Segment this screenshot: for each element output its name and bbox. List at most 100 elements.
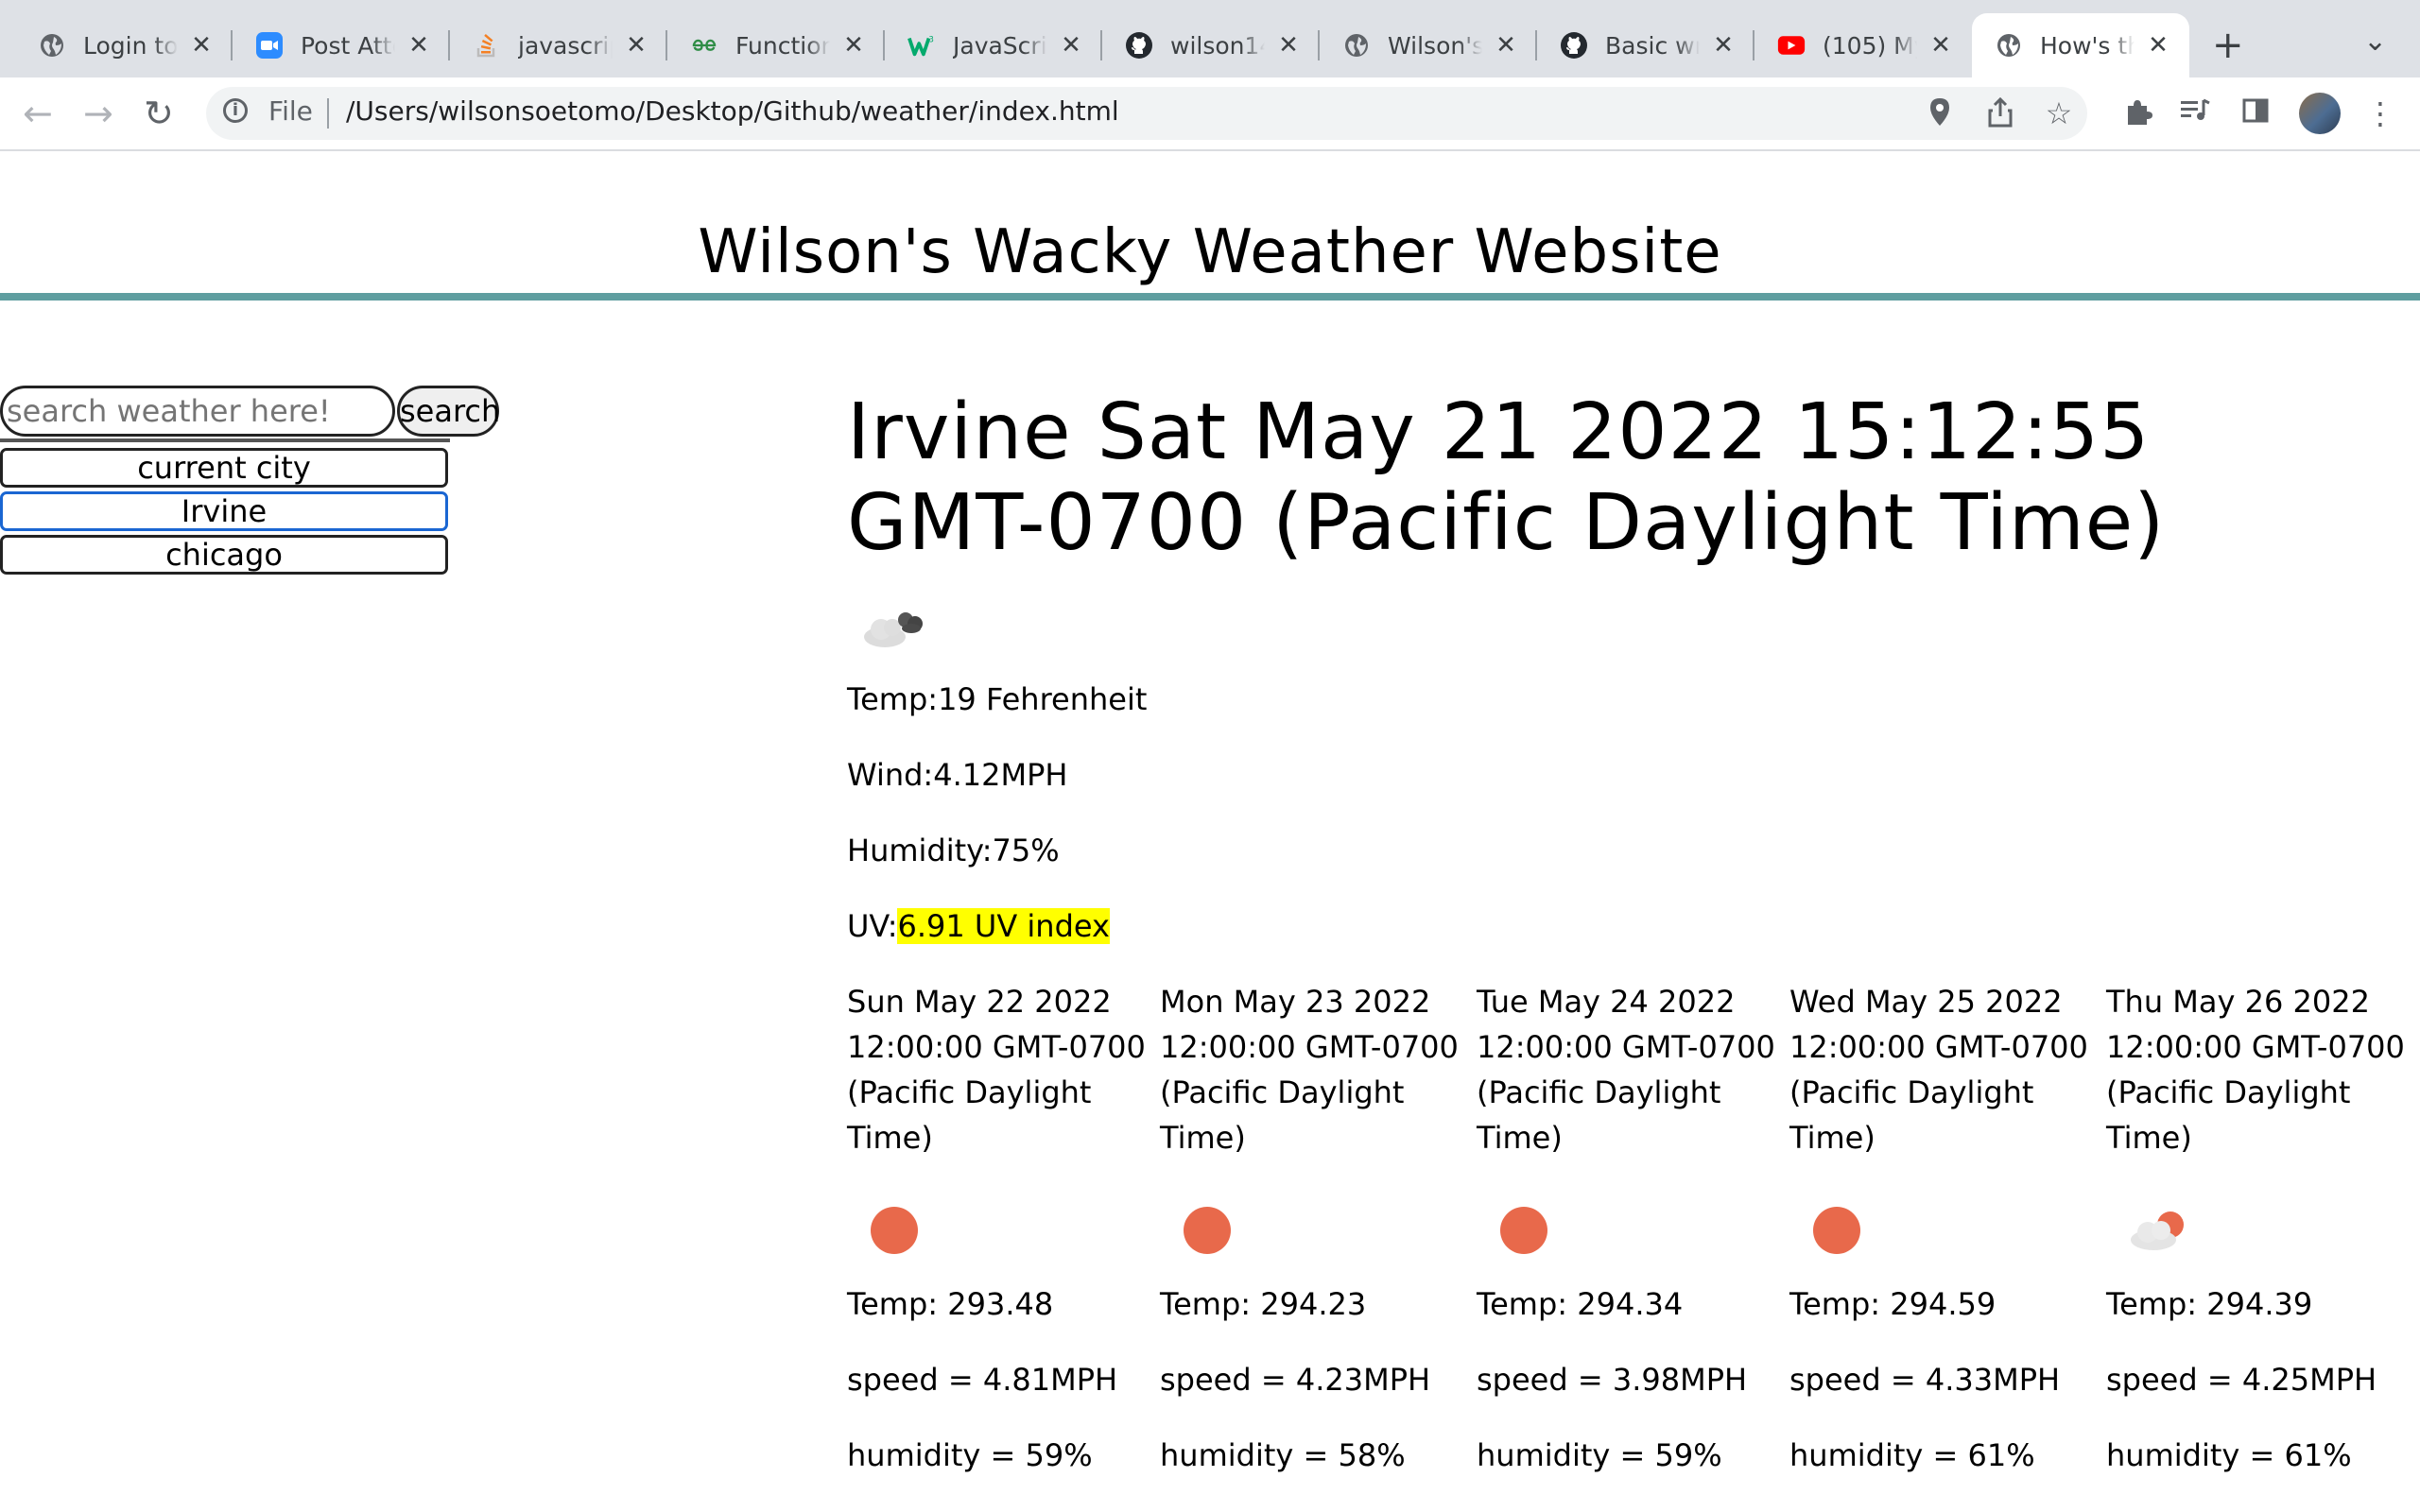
tab-title: javascript: [518, 31, 613, 60]
address-scheme-label: File: [268, 95, 313, 127]
tab-strip: Login to ✕ Post Attendee ✕ javascript ✕ …: [0, 0, 2420, 77]
tab-close-icon[interactable]: ✕: [841, 31, 866, 60]
broken-clouds-icon: [856, 601, 932, 654]
site-info-icon[interactable]: i: [223, 98, 248, 123]
tab-title: Post Attendee: [301, 31, 395, 60]
forecast-temp: Temp: 293.48: [847, 1286, 1054, 1322]
forecast-speed: speed = 4.81MPH: [847, 1362, 1118, 1398]
wind-value: 4.12MPH: [933, 757, 1068, 793]
forecast-speed: speed = 4.33MPH: [1789, 1362, 2061, 1398]
current-weather-heading: Irvine Sat May 21 2022 15:12:55 GMT-0700…: [847, 387, 2360, 569]
forecast-speed: speed = 3.98MPH: [1477, 1362, 1748, 1398]
tab-5[interactable]: 3 JavaScript ✕: [885, 13, 1102, 77]
tab-close-icon[interactable]: ✕: [406, 31, 431, 60]
temp-label: Temp:: [847, 681, 939, 717]
sun-icon: [1495, 1202, 1552, 1259]
humidity-value: 75%: [992, 833, 1060, 868]
new-tab-plus-icon[interactable]: +: [2212, 25, 2244, 66]
geeksforgeeks-icon: [690, 31, 718, 60]
more-menu-icon[interactable]: ⋮: [2363, 96, 2397, 130]
history-button-chicago[interactable]: chicago: [0, 535, 448, 575]
current-wind: Wind:4.12MPH: [847, 756, 1067, 794]
forecast-humidity: humidity = 59%: [1477, 1437, 1722, 1473]
current-temp: Temp:19 Fehrenheit: [847, 680, 1147, 718]
tab-8[interactable]: Basic wri ✕: [1537, 13, 1754, 77]
few-clouds-icon: [2125, 1202, 2184, 1259]
forecast-day-1: Sun May 22 2022 12:00:00 GMT-0700 (Pacif…: [847, 979, 1159, 1473]
history-divider: [0, 438, 450, 442]
tab-close-icon[interactable]: ✕: [189, 31, 214, 60]
tab-close-icon[interactable]: ✕: [1494, 31, 1518, 60]
tab-title: Function: [735, 31, 830, 60]
tab-close-icon[interactable]: ✕: [2146, 31, 2170, 60]
tab-10-active[interactable]: How's th ✕: [1972, 13, 2189, 77]
forecast-date: Wed May 25 2022 12:00:00 GMT-0700 (Pacif…: [1789, 984, 2088, 1156]
tab-title: wilson14: [1170, 31, 1265, 60]
stackoverflow-icon: [473, 31, 501, 60]
forecast-temp: Temp: 294.34: [1477, 1286, 1684, 1322]
forecast-humidity: humidity = 61%: [2106, 1437, 2352, 1473]
address-url[interactable]: /Users/wilsonsoetomo/Desktop/Github/weat…: [346, 95, 1119, 127]
forecast-date: Mon May 23 2022 12:00:00 GMT-0700 (Pacif…: [1160, 984, 1459, 1156]
youtube-icon: [1777, 31, 1806, 60]
current-city-name: Irvine: [847, 387, 1072, 477]
tab-title: (105) My: [1823, 31, 1917, 60]
humidity-label: Humidity:: [847, 833, 993, 868]
forecast-temp: Temp: 294.59: [1789, 1286, 1996, 1322]
tab-close-icon[interactable]: ✕: [624, 31, 648, 60]
forward-arrow-icon[interactable]: →: [83, 93, 113, 134]
current-uv: UV:6.91 UV index: [847, 907, 1110, 945]
forecast-date: Sun May 22 2022 12:00:00 GMT-0700 (Pacif…: [847, 984, 1146, 1156]
bookmark-star-icon[interactable]: ☆: [2042, 96, 2076, 130]
page-header: Wilson's Wacky Weather Website: [0, 149, 2420, 301]
tab-3[interactable]: javascript ✕: [450, 13, 667, 77]
tab-9[interactable]: (105) My ✕: [1754, 13, 1972, 77]
tab-title: Wilson's: [1388, 31, 1482, 60]
forecast-temp: Temp: 294.39: [2106, 1286, 2313, 1322]
media-queue-icon[interactable]: [2178, 96, 2212, 130]
tab-title: Basic wri: [1605, 31, 1700, 60]
uv-value-badge: 6.91 UV index: [897, 908, 1110, 944]
tab-2[interactable]: Post Attendee ✕: [233, 13, 450, 77]
forecast-speed: speed = 4.25MPH: [2106, 1362, 2377, 1398]
tab-close-icon[interactable]: ✕: [1059, 31, 1083, 60]
share-icon[interactable]: [1983, 96, 2017, 130]
tab-7[interactable]: Wilson's ✕: [1320, 13, 1537, 77]
tab-search-chevron-down-icon[interactable]: ⌄: [2363, 25, 2387, 58]
forecast-humidity: humidity = 59%: [847, 1437, 1093, 1473]
tab-close-icon[interactable]: ✕: [1711, 31, 1736, 60]
tab-6[interactable]: wilson14 ✕: [1102, 13, 1320, 77]
globe-icon: [38, 31, 66, 60]
sun-icon: [1179, 1202, 1236, 1259]
search-input[interactable]: [0, 386, 395, 437]
temp-value: 19 Fehrenheit: [938, 681, 1148, 717]
globe-icon: [1342, 31, 1371, 60]
current-humidity: Humidity:75%: [847, 832, 1060, 869]
forecast-temp: Temp: 294.23: [1160, 1286, 1367, 1322]
w3schools-icon: 3: [908, 31, 936, 60]
profile-avatar[interactable]: [2299, 93, 2341, 134]
github-icon: [1125, 31, 1153, 60]
svg-text:3: 3: [929, 34, 934, 43]
location-pin-icon[interactable]: [1923, 96, 1957, 130]
zoom-icon: [255, 31, 284, 60]
sun-icon: [1808, 1202, 1865, 1259]
back-arrow-icon[interactable]: ←: [23, 93, 53, 134]
side-panel-icon[interactable]: [2238, 96, 2273, 130]
forecast-speed: speed = 4.23MPH: [1160, 1362, 1431, 1398]
history-button-current-city[interactable]: current city: [0, 448, 448, 488]
reload-icon[interactable]: ↻: [144, 93, 174, 134]
extensions-puzzle-icon[interactable]: [2121, 96, 2155, 130]
forecast-day-3: Tue May 24 2022 12:00:00 GMT-0700 (Pacif…: [1477, 979, 1789, 1473]
tab-title: JavaScript: [953, 31, 1047, 60]
tab-4[interactable]: Function ✕: [667, 13, 885, 77]
forecast-date: Thu May 26 2022 12:00:00 GMT-0700 (Pacif…: [2106, 984, 2405, 1156]
tab-close-icon[interactable]: ✕: [1928, 31, 1953, 60]
globe-icon: [1995, 31, 2023, 60]
tab-1[interactable]: Login to ✕: [15, 13, 233, 77]
sun-icon: [866, 1202, 923, 1259]
forecast-day-5: Thu May 26 2022 12:00:00 GMT-0700 (Pacif…: [2106, 979, 2418, 1473]
tab-close-icon[interactable]: ✕: [1276, 31, 1301, 60]
search-button[interactable]: search: [397, 386, 500, 437]
history-button-irvine[interactable]: Irvine: [0, 491, 448, 531]
